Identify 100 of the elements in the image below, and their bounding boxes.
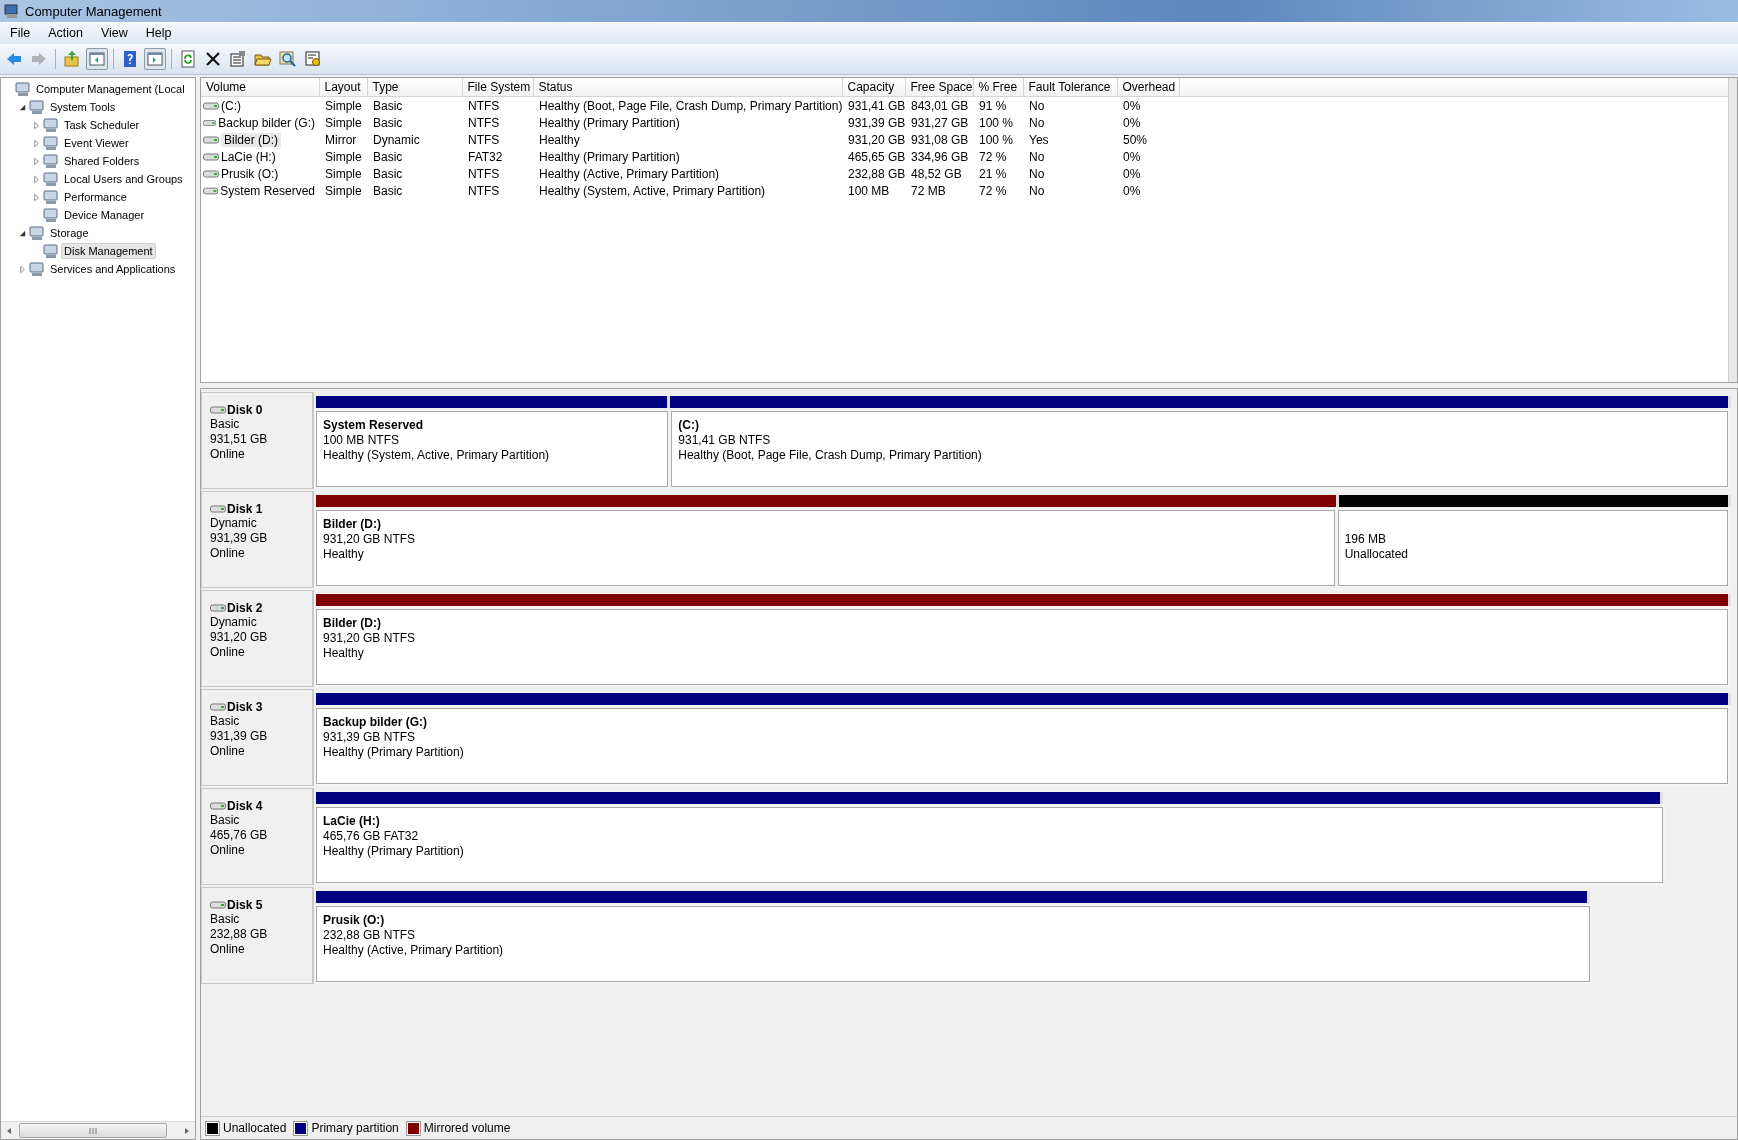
- table-cell: Basic: [373, 149, 403, 164]
- scroll-left-icon[interactable]: [5, 1126, 13, 1135]
- refresh-icon: [179, 50, 197, 68]
- column-header[interactable]: Layout: [319, 78, 367, 97]
- table-cell[interactable]: Prusik (O:): [221, 166, 279, 181]
- disk-name: Disk 0: [227, 403, 263, 417]
- tree-item[interactable]: Disk Management: [61, 243, 156, 259]
- column-header[interactable]: Free Space: [905, 78, 973, 97]
- partition-block[interactable]: System Reserved 100 MB NTFS Healthy (System, Active, Primary Partition): [316, 411, 669, 487]
- disk-name: Disk 4: [227, 799, 263, 813]
- legend-label: Primary partition: [311, 1121, 399, 1135]
- table-cell[interactable]: (C:): [221, 98, 241, 113]
- table-cell: No: [1029, 166, 1045, 181]
- computer-icon: [4, 3, 20, 19]
- menu-item[interactable]: File: [0, 24, 39, 42]
- tree-item[interactable]: Storage: [47, 225, 92, 241]
- partition-detail: 196 MB: [1344, 532, 1388, 547]
- partition-block[interactable]: LaCie (H:) 465,76 GB FAT32 Healthy (Primary Partition): [316, 807, 1664, 883]
- column-header[interactable]: % Free: [973, 78, 1023, 97]
- tree-item[interactable]: System Tools: [47, 99, 119, 115]
- column-header[interactable]: File System: [462, 78, 533, 97]
- tree-item[interactable]: Performance: [61, 189, 130, 205]
- drive-icon: [203, 100, 219, 111]
- table-cell: Mirror: [325, 132, 357, 147]
- table-cell[interactable]: System Reserved: [220, 183, 315, 198]
- expand-arrow-icon[interactable]: [32, 192, 41, 202]
- settings-icon: [304, 50, 322, 68]
- disk-size: 931,20 GB: [210, 630, 269, 645]
- tree-item[interactable]: Shared Folders: [61, 153, 143, 169]
- tree-item[interactable]: Device Manager: [61, 207, 148, 223]
- disk-status: Online: [210, 447, 246, 462]
- scroll-thumb[interactable]: [19, 1123, 167, 1138]
- disk-name: Disk 1: [227, 502, 263, 516]
- pane-button[interactable]: [144, 48, 166, 70]
- horizontal-scrollbar[interactable]: [1, 1121, 195, 1139]
- column-header[interactable]: Volume: [201, 78, 319, 97]
- partition-block[interactable]: Prusik (O:) 232,88 GB NTFS Healthy (Active, Primary Partition): [316, 906, 1590, 982]
- partition-block[interactable]: Bilder (D:) 931,20 GB NTFS Healthy: [316, 510, 1335, 586]
- tree-node-icon: [29, 99, 45, 115]
- menu-item[interactable]: View: [90, 24, 136, 42]
- up-icon: [63, 50, 81, 68]
- column-header[interactable]: Type: [367, 78, 462, 97]
- disk-type: Basic: [210, 813, 241, 828]
- collapse-arrow-icon[interactable]: [18, 228, 27, 238]
- tree-item[interactable]: Services and Applications: [47, 261, 179, 277]
- grip-icon: [88, 1126, 98, 1135]
- back-icon: [5, 50, 23, 68]
- tree-item[interactable]: Local Users and Groups: [61, 171, 186, 187]
- disk-size: 465,76 GB: [210, 828, 269, 843]
- partition-status: Healthy (Boot, Page File, Crash Dump, Primary Partition): [678, 448, 983, 463]
- partition-block[interactable]: Bilder (D:) 931,20 GB NTFS Healthy: [316, 609, 1728, 685]
- table-cell: Healthy: [539, 132, 580, 147]
- disk-type: Basic: [210, 714, 241, 729]
- table-cell[interactable]: Bilder (D:): [221, 132, 281, 147]
- tree-button[interactable]: [86, 48, 108, 70]
- vertical-scrollbar[interactable]: [1728, 78, 1737, 382]
- column-header[interactable]: Status: [533, 78, 842, 97]
- table-cell: FAT32: [468, 149, 503, 164]
- table-cell: NTFS: [468, 132, 500, 147]
- tree-node-icon: [43, 243, 59, 259]
- table-cell: Simple: [325, 183, 362, 198]
- expand-arrow-icon[interactable]: [18, 264, 27, 274]
- partition-name: Prusik (O:): [323, 913, 386, 928]
- expand-arrow-icon[interactable]: [32, 174, 41, 184]
- table-cell: Healthy (Boot, Page File, Crash Dump, Primary Partition): [539, 98, 843, 113]
- table-cell: 72 MB: [911, 183, 946, 198]
- collapse-arrow-icon[interactable]: [18, 102, 27, 112]
- drive-icon: [203, 151, 219, 162]
- table-cell: Simple: [325, 98, 362, 113]
- table-cell: 50%: [1123, 132, 1148, 147]
- scroll-right-icon[interactable]: [183, 1126, 191, 1135]
- legend-label: Mirrored volume: [423, 1121, 511, 1135]
- table-cell: No: [1029, 98, 1045, 113]
- expand-arrow-icon[interactable]: [32, 138, 41, 148]
- column-header[interactable]: Overhead: [1117, 78, 1179, 97]
- table-cell: 931,08 GB: [911, 132, 969, 147]
- partition-detail: 100 MB NTFS: [323, 433, 401, 448]
- help-icon: [121, 50, 139, 68]
- tree-item[interactable]: Computer Management (Local: [33, 81, 188, 97]
- table-cell: No: [1029, 115, 1045, 130]
- partition-block[interactable]: 196 MB Unallocated: [1337, 510, 1728, 586]
- tree-node-icon: [43, 135, 59, 151]
- drive-icon: [203, 168, 219, 179]
- expand-arrow-icon[interactable]: [32, 156, 41, 166]
- tree-item[interactable]: Task Scheduler: [61, 117, 143, 133]
- table-cell[interactable]: Backup bilder (G:): [218, 115, 315, 130]
- legend-label: Unallocated: [223, 1121, 287, 1135]
- menu-item[interactable]: Action: [38, 24, 91, 42]
- table-cell[interactable]: LaCie (H:): [221, 149, 276, 164]
- partition-block[interactable]: Backup bilder (G:) 931,39 GB NTFS Healthy (Primary Partition): [316, 708, 1728, 784]
- table-cell: Dynamic: [373, 132, 420, 147]
- disk-status: Online: [210, 546, 246, 561]
- partition-block[interactable]: (C:) 931,41 GB NTFS Healthy (Boot, Page File, Crash Dump, Primary Partition): [671, 411, 1728, 487]
- menu-item[interactable]: Help: [135, 24, 180, 42]
- expand-arrow-icon[interactable]: [32, 120, 41, 130]
- column-header[interactable]: Capacity: [842, 78, 905, 97]
- column-header[interactable]: Fault Tolerance: [1023, 78, 1117, 97]
- tree-item[interactable]: Event Viewer: [61, 135, 132, 151]
- partition-status: Healthy: [323, 547, 365, 562]
- partition-detail: 931,41 GB NTFS: [678, 433, 772, 448]
